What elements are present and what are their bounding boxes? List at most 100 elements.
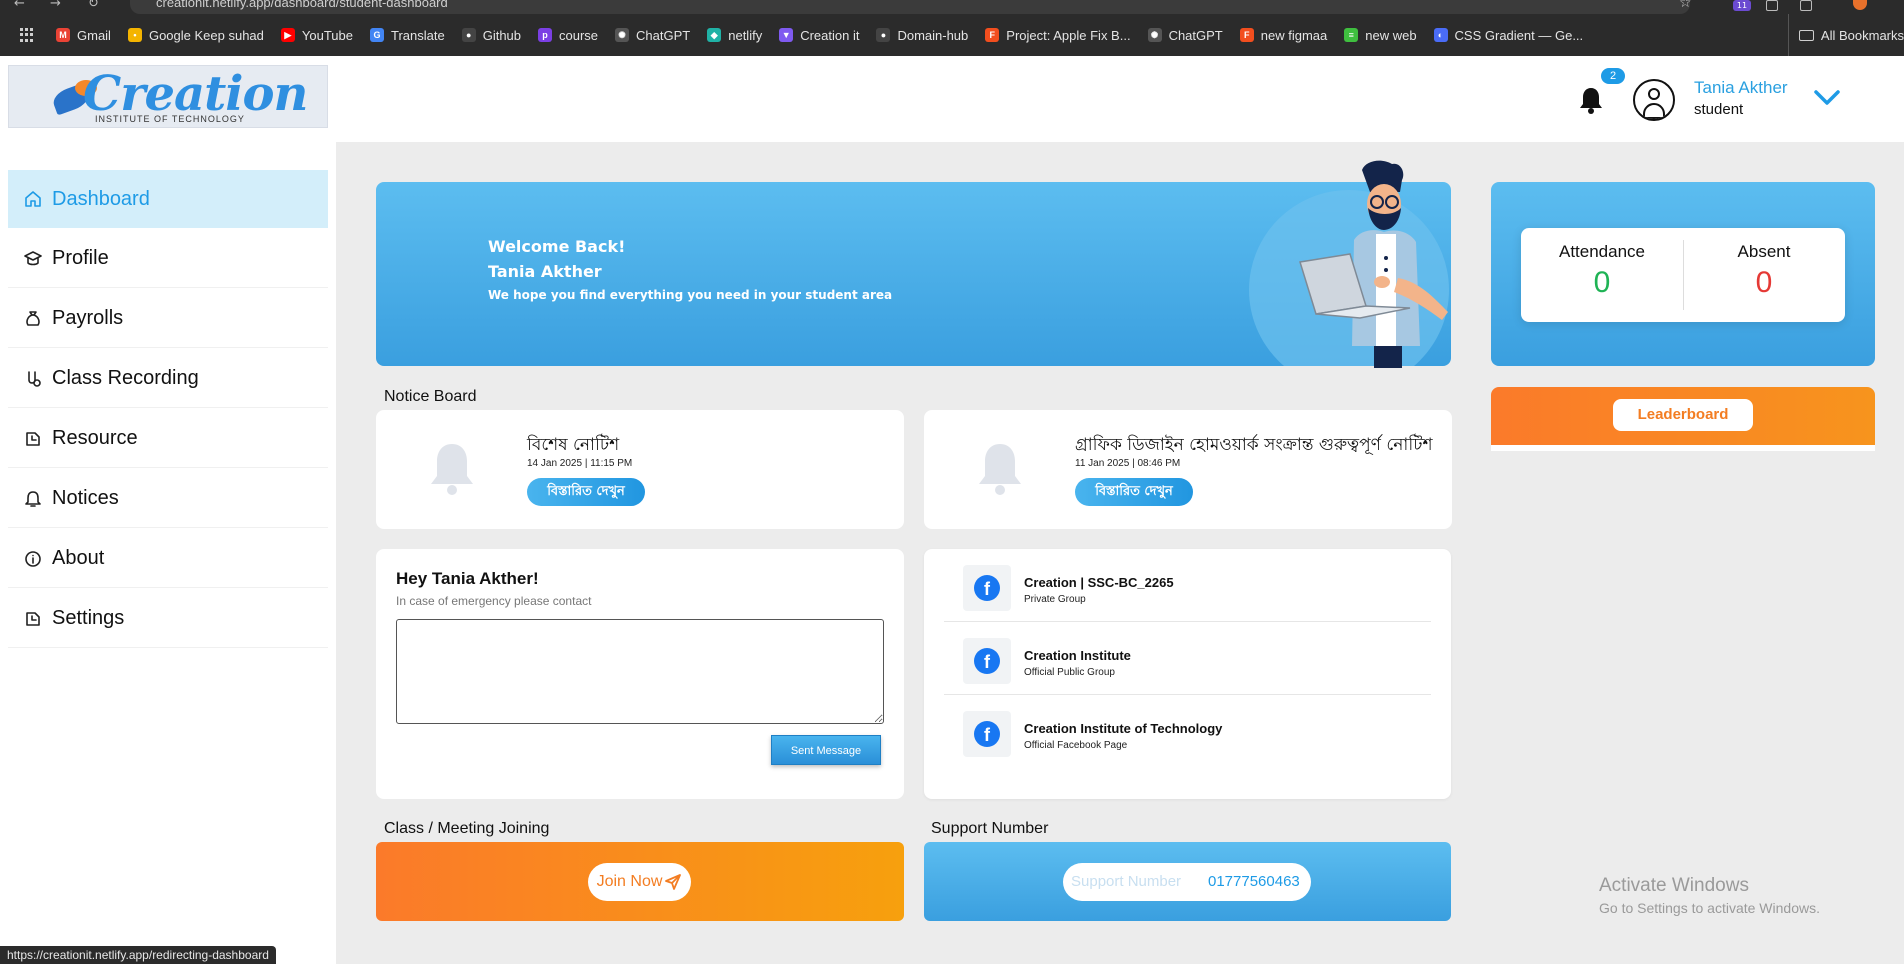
notification-bell-icon[interactable] [1578, 86, 1604, 114]
social-link-row[interactable]: f Creation Institute Official Public Group [944, 622, 1431, 695]
bookmark-label: ChatGPT [636, 27, 691, 43]
window-icon[interactable] [1800, 0, 1812, 11]
page-header: Creation INSTITUTE OF TECHNOLOGY 2 Tania… [0, 56, 1904, 142]
chatgpt-icon: ✺ [1147, 28, 1162, 42]
bookmark-item[interactable]: ◆ netlify [707, 28, 762, 43]
bookmark-label: CSS Gradient — Ge... [1454, 27, 1584, 43]
extension-badge[interactable]: 11 [1733, 0, 1751, 11]
facebook-icon: f [963, 711, 1011, 757]
notice-details-button[interactable]: বিস্তারিত দেখুন [527, 478, 645, 506]
bookmark-item[interactable]: ◐ CSS Gradient — Ge... [1433, 27, 1584, 43]
support-number-value: 01777560463 [1208, 873, 1300, 890]
profile-extension-icon[interactable] [1853, 0, 1867, 10]
sidebar-item-label: About [52, 547, 105, 569]
sidebar-item-label: Payrolls [52, 307, 124, 329]
all-bookmarks-button[interactable]: All Bookmarks [1787, 14, 1904, 56]
bookmark-item[interactable]: ✺ ChatGPT [615, 28, 690, 43]
bookmark-item[interactable]: Fnew figmaa [1239, 28, 1327, 43]
bookmark-item[interactable]: ● Github [461, 28, 521, 43]
notice-date: 14 Jan 2025 | 11:15 PM [527, 458, 633, 469]
bookmark-label: new web [1365, 27, 1417, 43]
folder-icon [1798, 29, 1814, 41]
sidebar-item-resource[interactable]: Resource [8, 410, 328, 468]
bookmark-label: Google Keep suhad [148, 27, 264, 43]
send-message-button[interactable]: Sent Message [771, 735, 881, 765]
translate-icon: G [369, 28, 384, 42]
sidebar-item-class-recording[interactable]: Class Recording [8, 350, 328, 408]
back-icon[interactable]: ← [14, 0, 25, 11]
bookmark-item[interactable]: G Translate [369, 28, 445, 43]
bookmark-star-icon[interactable]: ☆ [1679, 0, 1692, 11]
sidebar-item-notices[interactable]: Notices [8, 470, 328, 528]
welcome-user-name: Tania Akther [488, 262, 602, 281]
logo[interactable]: Creation INSTITUTE OF TECHNOLOGY [8, 65, 328, 128]
bookmark-list: M Gmail • Google Keep suhad ▶ YouTube G Transla… [56, 28, 1600, 43]
absent-value: 0 [1755, 266, 1773, 299]
web-icon: ≡ [1344, 28, 1359, 42]
emergency-contact-card: Hey Tania Akther! In case of emergency p… [376, 549, 904, 799]
logo-text: Creation [83, 66, 308, 122]
social-link-row[interactable]: f Creation Institute of Technology Officia… [944, 695, 1431, 768]
support-number-field[interactable]: Support Number 01777560463 [1063, 863, 1311, 901]
join-now-button[interactable]: Join Now [588, 863, 691, 901]
sidebar: Dashboard Profile Payrolls Class Recording R… [0, 142, 336, 964]
bell-icon [24, 490, 42, 508]
notice-card: গ্রাফিক ডিজাইন হোমওয়ার্ক সংক্রান্ত গুরু… [924, 410, 1452, 529]
apps-grid-icon[interactable] [20, 28, 34, 42]
bookmark-item[interactable]: • Google Keep suhad [127, 27, 264, 43]
send-arrow-icon [665, 874, 682, 890]
sidebar-item-profile[interactable]: Profile [8, 230, 328, 288]
notice-date: 11 Jan 2025 | 08:46 PM [1075, 458, 1181, 469]
course-icon: p [538, 28, 553, 42]
support-number-card: Support Number 01777560463 [924, 842, 1451, 921]
sidebar-item-payrolls[interactable]: Payrolls [8, 290, 328, 348]
notification-count-badge: 2 [1601, 68, 1625, 84]
social-title: Creation Institute [1024, 648, 1131, 663]
sidebar-item-label: Settings [52, 607, 125, 629]
bookmarks-bar: M Gmail • Google Keep suhad ▶ YouTube G Transla… [0, 14, 1904, 56]
bookmark-item[interactable]: M Gmail [56, 28, 111, 43]
social-link-row[interactable]: f Creation | SSC-BC_2265 Private Group [944, 549, 1431, 622]
student-illustration [1299, 160, 1448, 368]
bell-icon [431, 444, 473, 495]
bookmark-item[interactable]: F Project: Apple Fix B... [985, 28, 1131, 43]
bookmark-item[interactable]: ▼ Creation it [779, 28, 859, 43]
bookmark-item[interactable]: ✺ ChatGPT [1147, 28, 1223, 43]
resource-icon [24, 430, 42, 448]
settings-icon [24, 610, 42, 628]
status-bar-url: https://creationit.netlify.app/redirecti… [0, 946, 276, 964]
bookmark-item[interactable]: ≡ new web [1344, 27, 1417, 43]
contact-subtitle: In case of emergency please contact [396, 594, 592, 608]
bookmark-label: YouTube [301, 27, 353, 43]
message-textarea[interactable] [396, 619, 884, 724]
forward-icon[interactable]: → [50, 0, 61, 11]
bookmark-item[interactable]: ● Domain-hub [876, 28, 968, 43]
bookmark-label: netlify [728, 27, 763, 43]
github-icon: ● [876, 28, 891, 42]
social-subtitle: Private Group [1024, 594, 1086, 605]
sidebar-item-about[interactable]: About [8, 530, 328, 588]
bookmark-label: Gmail [77, 27, 111, 43]
sidebar-item-label: Profile [52, 247, 109, 269]
user-name: Tania Akther [1694, 78, 1788, 97]
figma-icon: F [985, 28, 1000, 42]
notice-board-title: Notice Board [384, 388, 477, 405]
sidebar-item-dashboard[interactable]: Dashboard [8, 170, 328, 228]
contact-greeting: Hey Tania Akther! [396, 569, 539, 588]
notice-title: বিশেষ নোটিশ [527, 435, 620, 455]
figma-icon: F [1239, 28, 1254, 42]
extension-icon[interactable] [1766, 0, 1778, 11]
bookmark-item[interactable]: ▶ YouTube [280, 27, 353, 43]
bookmark-label: Creation it [800, 27, 860, 43]
user-avatar-icon[interactable] [1633, 79, 1675, 121]
bookmark-item[interactable]: p course [538, 28, 598, 43]
all-bookmarks-label: All Bookmarks [1820, 27, 1904, 43]
leaderboard-button[interactable]: Leaderboard [1613, 399, 1753, 431]
bookmark-label: Domain-hub [897, 27, 969, 43]
reload-icon[interactable]: ↻ [88, 0, 99, 11]
notice-details-button[interactable]: বিস্তারিত দেখুন [1075, 478, 1193, 506]
sidebar-item-settings[interactable]: Settings [8, 590, 328, 648]
address-bar-url[interactable]: creationit.netlify.app/dashboard/student… [156, 0, 448, 10]
chevron-down-icon[interactable] [1813, 88, 1841, 108]
graduation-cap-icon [24, 250, 42, 268]
